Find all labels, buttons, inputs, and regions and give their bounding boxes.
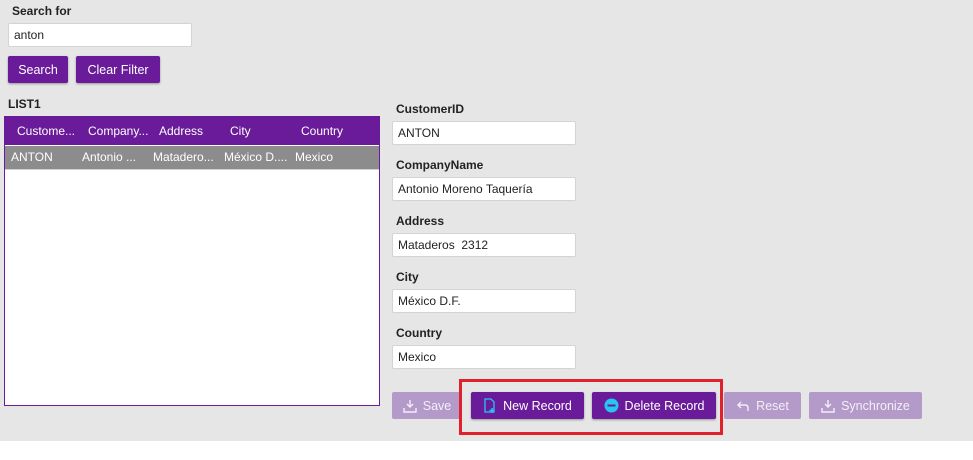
table-row[interactable]: ANTON Antonio ... Matadero... México D..… <box>5 146 379 170</box>
save-button-label: Save <box>422 398 452 413</box>
grid-header: Custome... Company... Address City Count… <box>5 117 379 145</box>
column-header-companyname[interactable]: Company... <box>88 117 150 145</box>
column-header-customerid[interactable]: Custome... <box>17 117 79 145</box>
cell-customerid: ANTON <box>11 150 53 164</box>
cell-companyname: Antonio ... <box>82 150 137 164</box>
search-button[interactable]: Search <box>8 56 68 83</box>
synchronize-button[interactable]: Synchronize <box>809 392 922 419</box>
country-label: Country <box>396 326 442 340</box>
country-field[interactable] <box>392 345 576 369</box>
city-label: City <box>396 270 419 284</box>
column-header-country[interactable]: Country <box>301 117 363 145</box>
data-grid[interactable]: Custome... Company... Address City Count… <box>4 116 380 406</box>
companyname-field[interactable] <box>392 177 576 201</box>
synchronize-button-label: Synchronize <box>841 398 910 413</box>
cell-country: Mexico <box>295 150 334 164</box>
customerid-field[interactable] <box>392 121 576 145</box>
save-button[interactable]: Save <box>392 392 462 419</box>
clear-filter-button-label: Clear Filter <box>87 62 149 77</box>
clear-filter-button[interactable]: Clear Filter <box>76 56 160 83</box>
list-title: LIST1 <box>8 97 41 111</box>
search-button-label: Search <box>18 62 58 77</box>
highlight-box <box>459 379 723 435</box>
customerid-label: CustomerID <box>396 102 465 116</box>
address-label: Address <box>396 214 445 228</box>
companyname-label: CompanyName <box>396 158 484 172</box>
sync-icon <box>821 399 835 413</box>
undo-icon <box>736 399 750 413</box>
column-header-address[interactable]: Address <box>159 117 221 145</box>
city-field[interactable] <box>392 289 576 313</box>
app-panel: Search for Search Clear Filter LIST1 Cus… <box>0 0 973 441</box>
reset-button[interactable]: Reset <box>724 392 801 419</box>
cell-address: Matadero... <box>153 150 214 164</box>
search-input[interactable] <box>8 23 192 47</box>
address-field[interactable] <box>392 233 576 257</box>
reset-button-label: Reset <box>756 398 789 413</box>
save-icon <box>403 399 417 413</box>
column-header-city[interactable]: City <box>230 117 292 145</box>
cell-city: México D.... <box>224 150 288 164</box>
search-label: Search for <box>12 4 72 18</box>
